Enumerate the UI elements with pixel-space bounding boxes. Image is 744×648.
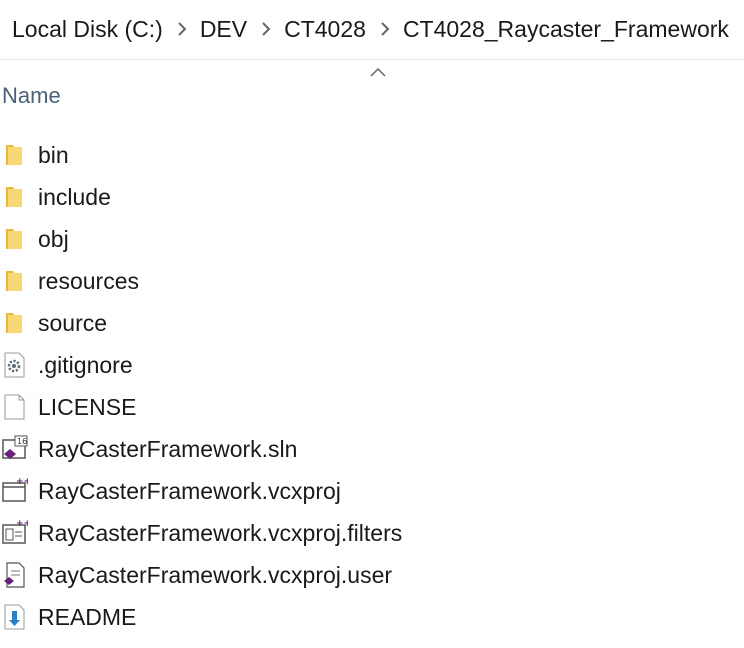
list-item[interactable]: 16 RayCasterFramework.sln (0, 428, 744, 470)
breadcrumb: Local Disk (C:) DEV CT4028 CT4028_Raycas… (0, 0, 744, 60)
file-name: RayCasterFramework.vcxproj (38, 478, 341, 504)
file-name: bin (38, 142, 69, 168)
breadcrumb-item-ct4028[interactable]: CT4028 (284, 16, 366, 43)
list-item[interactable]: RayCasterFramework.vcxproj.user (0, 554, 744, 596)
file-list: bin include obj resources source .gitign… (0, 134, 744, 638)
vcxproj-icon: ++ (2, 477, 28, 502)
list-item[interactable]: bin (0, 134, 744, 176)
column-header: Name (0, 61, 744, 129)
vs-solution-icon: 16 (2, 435, 28, 459)
list-item[interactable]: resources (0, 260, 744, 302)
folder-icon (6, 271, 22, 291)
breadcrumb-item-framework[interactable]: CT4028_Raycaster_Framework (403, 16, 729, 43)
list-item[interactable]: .gitignore (0, 344, 744, 386)
file-name: LICENSE (38, 394, 137, 420)
readme-file-icon (4, 604, 25, 630)
sort-ascending-icon (370, 67, 386, 77)
list-item[interactable]: include (0, 176, 744, 218)
folder-icon (6, 313, 22, 333)
file-name: resources (38, 268, 139, 294)
list-item[interactable]: source (0, 302, 744, 344)
file-name: obj (38, 226, 69, 252)
file-name: RayCasterFramework.vcxproj.user (38, 562, 393, 588)
chevron-right-icon[interactable] (255, 21, 277, 39)
chevron-right-icon[interactable] (171, 21, 193, 39)
vcxproj-filters-icon: ++ (2, 519, 28, 544)
vcxproj-user-icon (4, 562, 25, 588)
file-name: source (38, 310, 108, 336)
folder-icon (6, 145, 22, 165)
file-name: README (38, 604, 137, 630)
settings-file-icon (4, 352, 25, 378)
breadcrumb-item-local-disk[interactable]: Local Disk (C:) (12, 16, 163, 43)
breadcrumb-item-dev[interactable]: DEV (200, 16, 247, 43)
svg-text:16: 16 (17, 437, 27, 446)
list-item[interactable]: LICENSE (0, 386, 744, 428)
file-name: .gitignore (38, 352, 133, 378)
file-name: RayCasterFramework.vcxproj.filters (38, 520, 403, 546)
list-item[interactable]: ++ RayCasterFramework.vcxproj (0, 470, 744, 512)
svg-text:++: ++ (16, 477, 28, 487)
list-item[interactable]: README (0, 596, 744, 638)
column-header-name[interactable]: Name (2, 83, 61, 109)
list-item[interactable]: obj (0, 218, 744, 260)
list-item[interactable]: ++ RayCasterFramework.vcxproj.filters (0, 512, 744, 554)
file-name: RayCasterFramework.sln (38, 436, 298, 462)
chevron-right-icon[interactable] (374, 21, 396, 39)
folder-icon (6, 229, 22, 249)
folder-icon (6, 187, 22, 207)
file-name: include (38, 184, 111, 210)
svg-text:++: ++ (16, 519, 28, 529)
blank-file-icon (4, 394, 25, 420)
